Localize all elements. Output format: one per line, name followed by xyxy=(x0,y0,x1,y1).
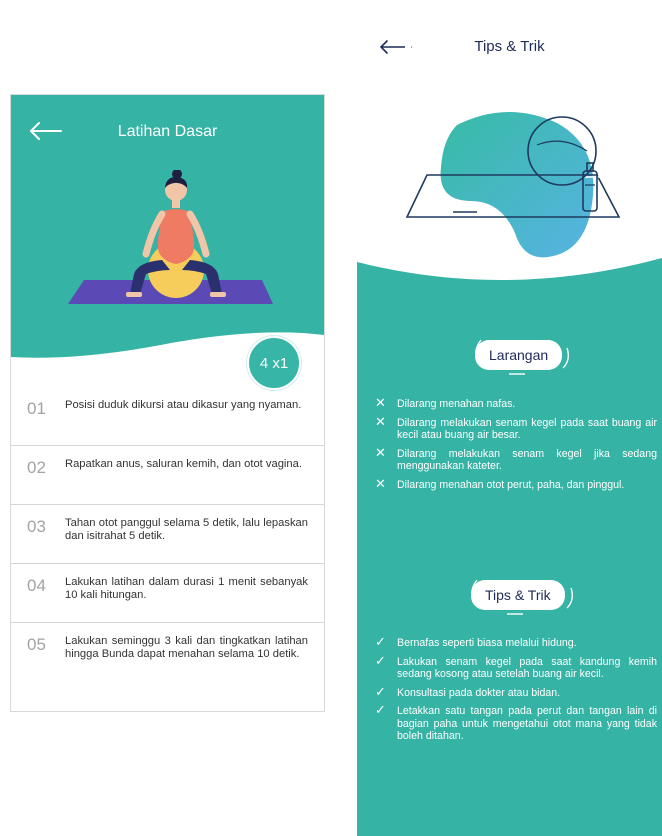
list-item: ✕ Dilarang melakukan senam kegel jika se… xyxy=(375,444,657,473)
step-number: 04 xyxy=(27,576,46,595)
x-icon: ✕ xyxy=(375,413,386,429)
page-title: Tips & Trik xyxy=(474,38,545,55)
tips-heading: Tips & Trik xyxy=(471,580,565,610)
list-item: ✓ Konsultasi pada dokter atau bidan. xyxy=(375,683,657,700)
list-item: ✓ Bernafas seperti biasa melalui hidung. xyxy=(375,634,657,650)
step-number: 05 xyxy=(27,635,46,654)
tips-trik-screen: Tips & Trik Larangan ✕ Dilarang menahan … xyxy=(357,0,662,836)
rule-text: Dilarang menahan otot perut, paha, dan p… xyxy=(397,478,625,491)
count-badge: 4 x1 xyxy=(247,336,301,390)
tip-text: Bernafas seperti biasa melalui hidung. xyxy=(397,637,577,649)
larangan-heading: Larangan xyxy=(475,340,563,370)
step-item: 01 Posisi duduk dikursi atau dikasur yan… xyxy=(11,387,324,446)
pregnant-woman-exercise-illustration xyxy=(68,170,273,304)
step-text: Rapatkan anus, saluran kemih, dan otot v… xyxy=(65,458,302,470)
header: Latihan Dasar xyxy=(11,95,324,365)
x-icon: ✕ xyxy=(375,475,386,491)
list-item: ✕ Dilarang melakukan senam kegel pada sa… xyxy=(375,413,657,442)
tip-text: Letakkan satu tangan pada perut dan tang… xyxy=(397,705,657,742)
check-icon: ✓ xyxy=(375,683,386,699)
latihan-dasar-screen: Latihan Dasar 4 x1 01 Posisi duduk dikur… xyxy=(10,94,325,712)
tip-text: Konsultasi pada dokter atau bidan. xyxy=(397,686,561,699)
larangan-list: ✕ Dilarang menahan nafas. ✕ Dilarang mel… xyxy=(375,395,657,497)
tip-text: Lakukan senam kegel pada saat kandung ke… xyxy=(397,655,657,681)
tips-list: ✓ Bernafas seperti biasa melalui hidung.… xyxy=(375,634,657,749)
step-number: 03 xyxy=(27,517,46,536)
steps-list: 01 Posisi duduk dikursi atau dikasur yan… xyxy=(11,387,324,693)
x-icon: ✕ xyxy=(375,444,386,460)
list-item: ✕ Dilarang menahan nafas. xyxy=(375,395,657,411)
step-number: 01 xyxy=(27,399,46,418)
check-icon: ✓ xyxy=(375,702,386,717)
step-text: Lakukan seminggu 3 kali dan tingkatkan l… xyxy=(65,635,308,660)
step-text: Posisi duduk dikursi atau dikasur yang n… xyxy=(65,399,302,411)
list-item: ✓ Letakkan satu tangan pada perut dan ta… xyxy=(375,702,657,743)
step-item: 05 Lakukan seminggu 3 kali dan tingkatka… xyxy=(11,623,324,693)
rule-text: Dilarang melakukan senam kegel pada saat… xyxy=(397,416,657,442)
page-title: Latihan Dasar xyxy=(117,123,218,140)
step-text: Lakukan latihan dalam durasi 1 menit seb… xyxy=(65,576,308,601)
step-item: 03 Tahan otot panggul selama 5 detik, la… xyxy=(11,505,324,564)
x-icon: ✕ xyxy=(375,395,386,410)
step-item: 04 Lakukan latihan dalam durasi 1 menit … xyxy=(11,564,324,623)
step-text: Tahan otot panggul selama 5 detik, lalu … xyxy=(65,517,308,542)
check-icon: ✓ xyxy=(375,634,386,649)
rule-text: Dilarang menahan nafas. xyxy=(397,398,516,410)
step-item: 02 Rapatkan anus, saluran kemih, dan oto… xyxy=(11,446,324,505)
rule-text: Dilarang melakukan senam kegel jika seda… xyxy=(397,447,657,473)
yoga-mat-ball-illustration xyxy=(405,111,621,258)
list-item: ✕ Dilarang menahan otot perut, paha, dan… xyxy=(375,475,657,492)
list-item: ✓ Lakukan senam kegel pada saat kandung … xyxy=(375,652,657,681)
check-icon: ✓ xyxy=(375,652,386,668)
step-number: 02 xyxy=(27,458,46,477)
